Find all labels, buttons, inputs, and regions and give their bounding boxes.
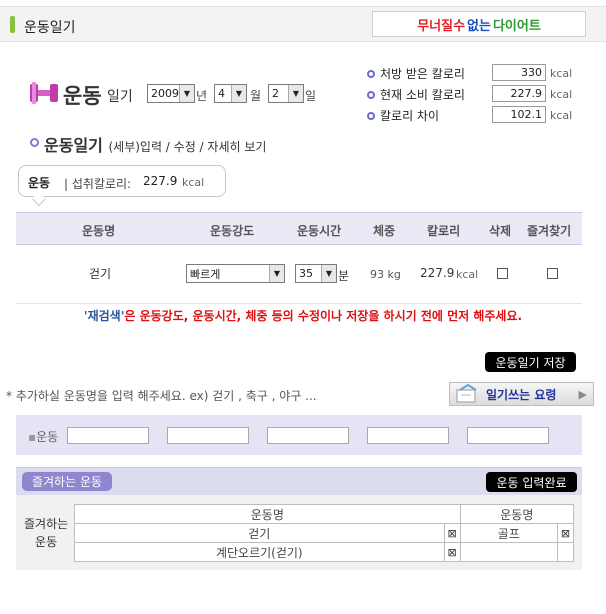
favorite-item[interactable]: 골프 xyxy=(459,523,559,543)
favorite-empty-cell xyxy=(557,542,574,562)
writing-guide-label: 일기쓰는 요령 xyxy=(486,387,557,402)
exercise-input-4[interactable] xyxy=(367,427,449,444)
favorite-checkbox[interactable] xyxy=(547,268,558,279)
row-divider xyxy=(16,303,582,304)
current-calorie-label: 현재 소비 칼로리 xyxy=(380,88,465,102)
row-calorie-unit: kcal xyxy=(456,268,479,281)
banner-text-1: 무너질수 xyxy=(417,18,466,34)
warning-text: 은 운동강도, 운동시간, 체중 등의 수정이나 저장을 하시기 전에 먼저 해… xyxy=(124,309,523,323)
remove-favorite-icon[interactable]: ⊠ xyxy=(443,523,461,543)
calorie-diff-label: 칼로리 차이 xyxy=(380,109,440,123)
year-unit: 년 xyxy=(196,89,208,103)
banner-text-3: 다이어트 xyxy=(492,18,541,34)
day-unit: 일 xyxy=(305,89,317,103)
chevron-down-icon: ▼ xyxy=(269,265,284,282)
dumbbell-icon xyxy=(30,82,58,104)
row-weight: 93 kg xyxy=(370,268,401,281)
col-header-intensity: 운동강도 xyxy=(210,224,255,238)
col-header-calorie: 칼로리 xyxy=(427,224,461,238)
favorites-table: 운동명 운동명 걷기 ⊠ 골프 ⊠ 계단오르기(걷기) ⊠ xyxy=(74,504,575,562)
banner-text-2: 없는 xyxy=(467,18,491,34)
header-accent-mark xyxy=(10,16,15,33)
year-select[interactable]: 2009 ▼ xyxy=(147,84,195,103)
remove-favorite-icon[interactable]: ⊠ xyxy=(557,523,574,543)
prescribed-calorie-value: 330 xyxy=(492,64,546,81)
current-calorie-unit: kcal xyxy=(550,88,573,101)
year-select-value: 2009 xyxy=(151,87,179,100)
bullet-icon xyxy=(367,70,375,78)
favorites-title: 즐겨하는 운동 xyxy=(22,472,112,491)
warning-highlight: '재검색' xyxy=(83,309,125,323)
intensity-select[interactable]: 빠르게 ▼ xyxy=(186,264,285,283)
exercise-input-label: ▪운동 xyxy=(28,428,58,445)
day-select[interactable]: 2 ▼ xyxy=(268,84,304,103)
day-select-value: 2 xyxy=(272,87,279,100)
month-select[interactable]: 4 ▼ xyxy=(214,84,247,103)
month-unit: 월 xyxy=(250,89,262,103)
section-title: 운동일기 (세부)입력 / 수정 / 자세히 보기 xyxy=(44,132,266,156)
bubble-category: 운동 xyxy=(28,176,51,190)
delete-checkbox[interactable] xyxy=(497,268,508,279)
remove-favorite-icon[interactable]: ⊠ xyxy=(443,542,461,562)
col-header-favorite: 즐겨찾기 xyxy=(527,224,572,238)
diary-title-suffix: 일기 xyxy=(107,89,133,105)
col-header-name: 운동명 xyxy=(82,224,116,238)
current-calorie-value: 227.9 xyxy=(492,85,546,102)
intensity-select-value: 빠르게 xyxy=(190,267,221,281)
writing-guide-button[interactable]: 일기쓰는 요령 ▶ xyxy=(449,382,594,406)
calorie-diff-value: 102.1 xyxy=(492,106,546,123)
diary-title: 운동 xyxy=(63,84,102,108)
col-header-time: 운동시간 xyxy=(297,224,342,238)
chevron-down-icon: ▼ xyxy=(321,265,336,282)
complete-input-button[interactable]: 운동 입력완료 xyxy=(486,472,577,492)
favorite-item-empty xyxy=(459,542,559,562)
prescribed-calorie-label: 처방 받은 칼로리 xyxy=(380,67,465,81)
chevron-down-icon: ▼ xyxy=(231,85,246,102)
favorites-col-header: 운동명 xyxy=(74,504,461,524)
page-title: 운동일기 xyxy=(24,20,76,36)
chevron-down-icon: ▼ xyxy=(288,85,303,102)
row-calorie: 227.9 xyxy=(420,266,455,280)
time-select[interactable]: 35 ▼ xyxy=(295,264,337,283)
exercise-input-2[interactable] xyxy=(167,427,249,444)
section-subtitle: (세부)입력 / 수정 / 자세히 보기 xyxy=(108,140,267,154)
bubble-unit: kcal xyxy=(182,176,205,189)
bullet-icon xyxy=(367,91,375,99)
header-bar: 운동일기 무너질수 없는 다이어트 xyxy=(0,6,606,42)
bubble-label: | 섭취칼로리: xyxy=(64,177,132,191)
time-unit: 분 xyxy=(338,269,350,283)
col-header-delete: 삭제 xyxy=(489,224,512,238)
research-warning: '재검색'은 운동강도, 운동시간, 체중 등의 수정이나 저장을 하시기 전에… xyxy=(0,307,606,324)
add-exercise-hint: * 추가하실 운동명을 입력 해주세요. ex) 걷기 , 축구 , 야구 ..… xyxy=(6,389,317,403)
chevron-down-icon: ▼ xyxy=(179,85,194,102)
calorie-diff-unit: kcal xyxy=(550,109,573,122)
favorite-item[interactable]: 계단오르기(걷기) xyxy=(74,542,445,562)
notebook-icon xyxy=(456,384,477,403)
bullet-icon xyxy=(367,112,375,120)
favorite-item[interactable]: 걷기 xyxy=(74,523,445,543)
favorites-side-label-2: 운동 xyxy=(35,535,58,549)
exercise-input-3[interactable] xyxy=(267,427,349,444)
time-select-value: 35 xyxy=(299,267,313,280)
bullet-icon xyxy=(30,138,39,147)
exercise-input-1[interactable] xyxy=(67,427,149,444)
exercise-input-label-text: 운동 xyxy=(36,430,59,444)
bullet-icon: ▪ xyxy=(28,430,37,444)
exercise-input-5[interactable] xyxy=(467,427,549,444)
bubble-value: 227.9 xyxy=(143,174,178,188)
play-arrow-icon: ▶ xyxy=(578,387,587,401)
save-diary-button[interactable]: 운동일기 저장 xyxy=(485,352,576,372)
row-exercise-name: 걷기 xyxy=(89,267,112,281)
col-header-weight: 체중 xyxy=(373,224,396,238)
favorites-side-label: 즐겨하는 운동 xyxy=(24,515,68,551)
month-select-value: 4 xyxy=(218,87,225,100)
prescribed-calorie-unit: kcal xyxy=(550,67,573,80)
section-title-main: 운동일기 xyxy=(44,136,103,155)
diet-banner[interactable]: 무너질수 없는 다이어트 xyxy=(372,11,586,37)
favorites-col-header-2: 운동명 xyxy=(459,504,575,524)
favorites-side-label-1: 즐겨하는 xyxy=(24,517,69,531)
